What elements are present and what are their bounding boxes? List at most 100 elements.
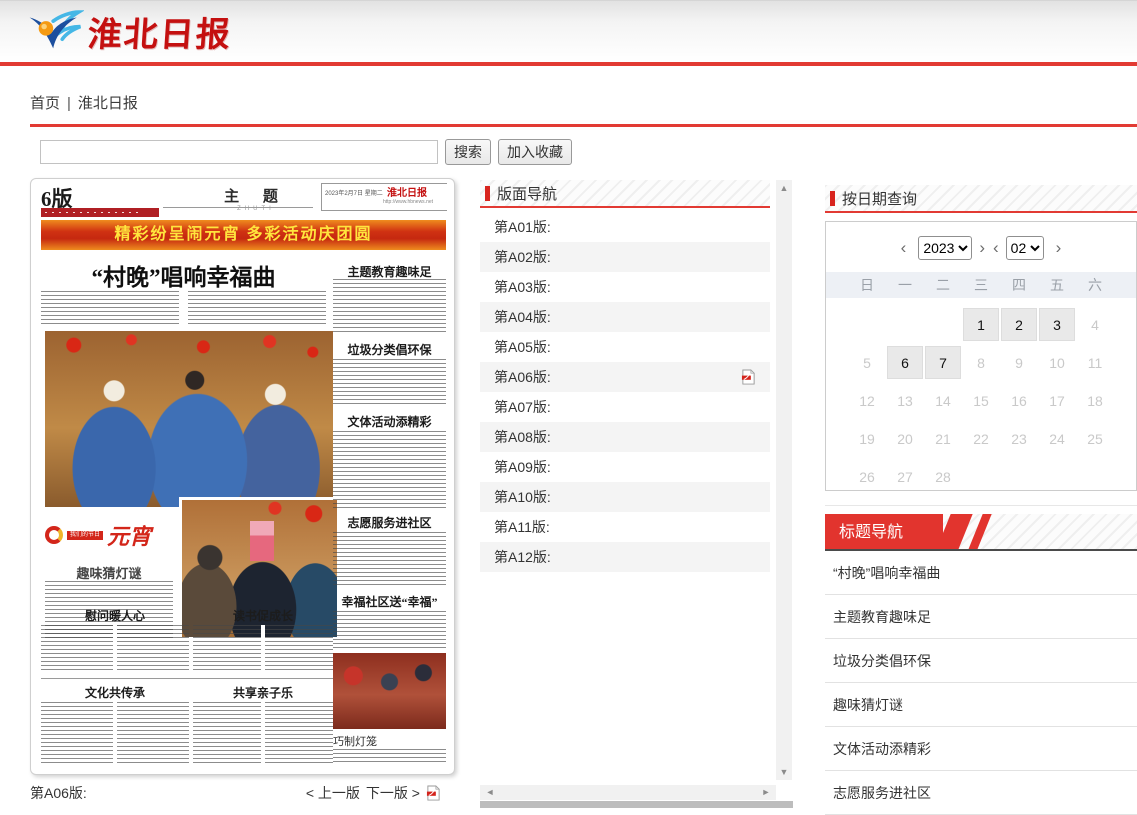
month-select[interactable]: 02	[1006, 236, 1044, 260]
calendar-day[interactable]: 2	[1001, 308, 1037, 341]
paper-masthead-url: http://www.hbnews.net	[383, 199, 433, 205]
page-nav-item[interactable]: 第A03版:	[480, 272, 770, 302]
page-nav-item-label: 第A09版:	[494, 457, 770, 477]
page-nav-item[interactable]: 第A07版:	[480, 392, 770, 422]
title-nav-list: “村晚”唱响幸福曲主题教育趣味足垃圾分类倡环保趣味猜灯谜文体活动添精彩志愿服务进…	[825, 551, 1137, 815]
body-text-placeholder	[193, 702, 333, 764]
page-nav-item-label: 第A07版:	[494, 397, 770, 417]
paper-headline: 慰问暖人心	[41, 607, 189, 624]
calendar-day: 10	[1038, 346, 1076, 379]
page-nav-item[interactable]: 第A05版:	[480, 332, 770, 362]
calendar-day[interactable]: 6	[887, 346, 923, 379]
page-nav-item-label: 第A11版:	[494, 517, 770, 537]
photo-caption: 巧制灯笼	[333, 733, 377, 749]
paper-headline: 读书促成长	[193, 607, 333, 624]
page-nav-item-label: 第A10版:	[494, 487, 770, 507]
page-nav-item[interactable]: 第A08版:	[480, 422, 770, 452]
year-select[interactable]: 2023	[918, 236, 972, 260]
page-nav-item[interactable]: 第A02版:	[480, 242, 770, 272]
weekday-label: 二	[924, 275, 962, 295]
paper-headline: 垃圾分类倡环保	[333, 341, 446, 358]
prev-page-link[interactable]: < 上一版	[306, 783, 360, 803]
breadcrumb-separator: |	[67, 95, 71, 112]
search-input[interactable]	[40, 140, 438, 164]
search-button[interactable]: 搜索	[445, 139, 491, 165]
pagination: < 上一版 下一版 >	[306, 783, 420, 803]
page-nav-item[interactable]: 第A10版:	[480, 482, 770, 512]
breadcrumb: 首页 | 淮北日报	[30, 92, 138, 113]
pdf-icon[interactable]	[741, 369, 756, 385]
title-nav-item[interactable]: “村晚”唱响幸福曲	[825, 551, 1137, 595]
horizontal-scrollbar-thumb[interactable]	[480, 801, 793, 808]
calendar-day: 23	[1000, 422, 1038, 455]
page-nav-item[interactable]: 第A12版:	[480, 542, 770, 572]
title-nav-item[interactable]: 主题教育趣味足	[825, 595, 1137, 639]
breadcrumb-current-link[interactable]: 淮北日报	[78, 95, 138, 112]
vertical-scrollbar[interactable]: ▲ ▼	[776, 180, 792, 780]
scroll-down-arrow-icon[interactable]: ▼	[776, 764, 792, 780]
weekday-label: 六	[1076, 275, 1114, 295]
paper-edition-infobar	[41, 208, 159, 217]
body-text-placeholder	[333, 279, 446, 335]
page-nav-item[interactable]: 第A11版:	[480, 512, 770, 542]
page-nav-title: 版面导航	[497, 183, 557, 204]
page-nav-item-label: 第A04版:	[494, 307, 770, 327]
horizontal-scrollbar[interactable]: ◄ ►	[480, 785, 776, 800]
breadcrumb-home-link[interactable]: 首页	[30, 95, 60, 112]
next-page-link[interactable]: 下一版 >	[366, 783, 420, 803]
pdf-icon[interactable]	[426, 785, 441, 801]
paper-masthead: 淮北日报	[387, 184, 427, 199]
paper-footer: 第A06版: < 上一版 下一版 >	[30, 783, 455, 803]
search-bar: 搜索 加入收藏	[40, 139, 572, 165]
calendar-day: 27	[886, 460, 924, 493]
paper-rule	[41, 678, 333, 679]
page-root: 淮北日报 首页 | 淮北日报 搜索 加入收藏 6版 主 题 ZHUTI 2023年2…	[0, 0, 1137, 815]
paper-headline: 文体活动添精彩	[333, 413, 446, 430]
title-nav-item[interactable]: 志愿服务进社区	[825, 771, 1137, 815]
calendar-day: 16	[1000, 384, 1038, 417]
page-nav-item[interactable]: 第A04版:	[480, 302, 770, 332]
festival-name: 元宵	[107, 519, 151, 551]
calendar-day[interactable]: 3	[1039, 308, 1075, 341]
weekday-label: 三	[962, 275, 1000, 295]
calendar-day: 9	[1000, 346, 1038, 379]
page-nav-item[interactable]: 第A01版:	[480, 212, 770, 242]
scroll-up-arrow-icon[interactable]: ▲	[776, 180, 792, 196]
prev-month-arrow[interactable]: ‹	[992, 238, 1000, 258]
calendar-empty-cell	[848, 308, 886, 341]
calendar-empty-cell	[886, 308, 924, 341]
scroll-right-arrow-icon[interactable]: ►	[758, 785, 774, 800]
newspaper-page-image[interactable]: 6版 主 题 ZHUTI 2023年2月7日 星期二 淮北日报 http://w…	[30, 178, 455, 775]
title-nav-item[interactable]: 垃圾分类倡环保	[825, 639, 1137, 683]
calendar-day: 13	[886, 384, 924, 417]
paper-headline: 共享亲子乐	[193, 684, 333, 701]
paper-section-title: 主 题	[191, 185, 321, 206]
page-nav-list: 第A01版:第A02版:第A03版: 第A04版: 第A05版:第A06版: 第A07…	[480, 212, 770, 572]
body-text-placeholder	[333, 532, 446, 587]
title-nav-item[interactable]: 趣味猜灯谜	[825, 683, 1137, 727]
calendar: ‹ 2023 › ‹ 02 › 日一二三四五六 1234567891011121…	[825, 221, 1137, 491]
site-logo[interactable]: 淮北日报	[26, 7, 232, 56]
calendar-day[interactable]: 7	[925, 346, 961, 379]
body-text-placeholder	[333, 611, 446, 649]
body-text-placeholder	[193, 625, 333, 673]
title-nav-item[interactable]: 文体活动添精彩	[825, 727, 1137, 771]
page-nav-item[interactable]: 第A06版:	[480, 362, 770, 392]
calendar-day[interactable]: 1	[963, 308, 999, 341]
next-year-arrow[interactable]: ›	[978, 238, 986, 258]
add-favorite-button[interactable]: 加入收藏	[498, 139, 572, 165]
paper-headline: 志愿服务进社区	[333, 514, 446, 531]
page-nav-item[interactable]: 第A09版:	[480, 452, 770, 482]
calendar-day: 28	[924, 460, 962, 493]
right-column: 按日期查询 ‹ 2023 › ‹ 02 › 日一二三四五六 1234567891…	[825, 180, 1137, 815]
calendar-empty-cell	[1076, 460, 1114, 493]
festival-logo: 我们的节日 元宵	[45, 513, 173, 557]
scroll-left-arrow-icon[interactable]: ◄	[482, 785, 498, 800]
calendar-weekday-row: 日一二三四五六	[826, 272, 1136, 298]
next-month-arrow[interactable]: ›	[1050, 238, 1068, 258]
calendar-empty-cell	[962, 460, 1000, 493]
weekday-label: 日	[848, 275, 886, 295]
title-nav-badge: 标题导航	[825, 514, 943, 551]
calendar-day: 20	[886, 422, 924, 455]
prev-year-arrow[interactable]: ‹	[895, 238, 913, 258]
